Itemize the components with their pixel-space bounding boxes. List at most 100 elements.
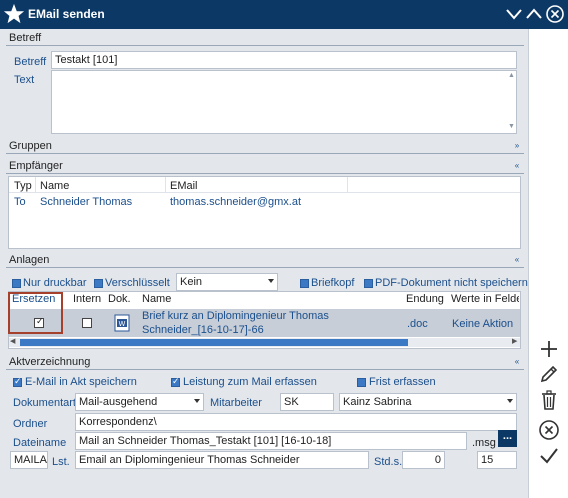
pdf-checkbox[interactable] bbox=[364, 279, 373, 288]
section-title: Empfänger bbox=[9, 160, 63, 172]
mitarbeiter-code-input[interactable]: SK bbox=[280, 393, 334, 411]
mitarbeiter-name: Kainz Sabrina bbox=[343, 396, 412, 408]
table-header bbox=[9, 177, 520, 193]
code-input[interactable]: MAILA bbox=[10, 451, 48, 469]
column-divider bbox=[165, 177, 166, 193]
scrollbar-thumb[interactable] bbox=[20, 339, 408, 346]
collapse-icon[interactable]: « bbox=[512, 255, 522, 265]
intern-checkbox[interactable] bbox=[82, 318, 92, 328]
attachment-name-line2[interactable]: Schneider_[16-10-17]-66 bbox=[142, 324, 264, 336]
trash-icon[interactable] bbox=[537, 388, 561, 412]
mitarbeiter-select[interactable]: Kainz Sabrina bbox=[339, 393, 517, 411]
chevron-down-icon bbox=[507, 399, 513, 403]
empfaenger-header[interactable]: Empfänger « bbox=[6, 160, 524, 174]
title-bar: EMail senden bbox=[0, 0, 568, 29]
svg-text:W: W bbox=[119, 320, 126, 328]
frist-label: Frist erfassen bbox=[369, 376, 436, 388]
lst-label: Lst. bbox=[52, 456, 70, 468]
dateiname-input[interactable]: Mail an Schneider Thomas_Testakt [101] [… bbox=[75, 432, 467, 450]
briefkopf-checkbox[interactable] bbox=[300, 279, 309, 288]
betreff-section: Betreff bbox=[6, 32, 524, 46]
wasserzeichen-select[interactable]: Kein Wasserzeichen bbox=[176, 273, 278, 302]
chevron-down-icon bbox=[194, 399, 200, 403]
word-document-icon: W bbox=[114, 314, 130, 332]
chevron-down-icon[interactable] bbox=[504, 4, 524, 24]
column-header: EMail bbox=[170, 180, 198, 192]
edit-pencil-icon[interactable] bbox=[537, 362, 561, 386]
betreff-header[interactable]: Betreff bbox=[6, 32, 524, 46]
aktverzeichnung-header[interactable]: Aktverzeichnung « bbox=[6, 356, 524, 370]
column-header: Werte in Felder bbox=[451, 293, 519, 305]
stds-input[interactable]: 0 bbox=[402, 451, 445, 469]
gruppen-section: Gruppen » bbox=[6, 140, 524, 154]
empfaenger-table: Typ Name EMail To Schneider Thomas thoma… bbox=[8, 176, 521, 249]
ordner-input[interactable]: Korrespondenz\ bbox=[75, 413, 517, 431]
column-header: Name bbox=[142, 293, 172, 305]
dateiname-extension: .msg bbox=[472, 437, 496, 449]
collapse-icon[interactable]: « bbox=[512, 357, 522, 367]
section-title: Gruppen bbox=[9, 140, 52, 152]
cancel-circle-icon[interactable] bbox=[537, 418, 561, 442]
verschluesselt-checkbox[interactable] bbox=[94, 279, 103, 288]
column-divider bbox=[347, 177, 348, 193]
chevron-up-icon[interactable] bbox=[524, 4, 544, 24]
close-icon[interactable] bbox=[545, 4, 565, 24]
column-header: Dok. bbox=[108, 293, 131, 305]
column-header: Endung bbox=[406, 293, 444, 305]
chevron-down-icon bbox=[268, 279, 274, 283]
lst-input[interactable]: Email an Diplomingenieur Thomas Schneide… bbox=[75, 451, 369, 469]
verschluesselt-label: Verschlüsselt bbox=[105, 277, 170, 289]
scroll-down-icon[interactable]: ▼ bbox=[508, 123, 515, 130]
minutes-input[interactable]: 15 bbox=[477, 451, 517, 469]
stds-label: Std.s. bbox=[374, 456, 403, 468]
plus-icon[interactable] bbox=[537, 337, 561, 361]
window-title: EMail senden bbox=[28, 7, 105, 21]
nur-druckbar-checkbox[interactable] bbox=[12, 279, 21, 288]
dokumentart-label: Dokumentart bbox=[13, 397, 76, 409]
email-akt-label: E-Mail in Akt speichern bbox=[25, 376, 137, 388]
scroll-up-icon[interactable]: ▲ bbox=[508, 72, 515, 79]
star-icon bbox=[3, 3, 25, 24]
leistung-label: Leistung zum Mail erfassen bbox=[183, 376, 317, 388]
text-label: Text bbox=[14, 74, 35, 86]
briefkopf-label: Briefkopf bbox=[311, 277, 355, 289]
dokumentart-select[interactable]: Mail-ausgehend bbox=[75, 393, 204, 411]
browse-button[interactable]: ... bbox=[498, 430, 517, 447]
gruppen-header[interactable]: Gruppen » bbox=[6, 140, 524, 154]
scroll-left-icon[interactable]: ◀ bbox=[10, 337, 15, 345]
leistung-checkbox[interactable] bbox=[171, 376, 180, 387]
mitarbeiter-label: Mitarbeiter bbox=[210, 397, 262, 409]
section-title: Aktverzeichnung bbox=[9, 356, 91, 368]
collapse-icon[interactable]: « bbox=[512, 161, 522, 171]
recipient-type[interactable]: To bbox=[14, 196, 26, 208]
betreff-label: Betreff bbox=[14, 56, 47, 68]
ordner-label: Ordner bbox=[13, 418, 48, 430]
dialog-body: Betreff Betreff Testakt [101] Text ▲ ▼ G… bbox=[0, 29, 529, 498]
attachment-name-line1[interactable]: Brief kurz an Diplomingenieur Thomas bbox=[142, 310, 329, 322]
recipient-email[interactable]: thomas.schneider@gmx.at bbox=[170, 196, 301, 208]
nur-druckbar-label: Nur druckbar bbox=[23, 277, 87, 289]
expand-icon[interactable]: » bbox=[512, 141, 522, 151]
dokumentart-value: Mail-ausgehend bbox=[79, 396, 158, 408]
anlagen-header[interactable]: Anlagen « bbox=[6, 254, 524, 268]
email-akt-checkbox[interactable] bbox=[13, 376, 22, 387]
aktverzeichnung-section: Aktverzeichnung « bbox=[6, 356, 524, 370]
column-divider bbox=[35, 177, 36, 193]
column-header: Name bbox=[40, 180, 70, 192]
column-header: Typ bbox=[14, 180, 32, 192]
column-header: Intern bbox=[73, 293, 102, 305]
recipient-name[interactable]: Schneider Thomas bbox=[40, 196, 132, 208]
betreff-input[interactable]: Testakt [101] bbox=[51, 51, 517, 69]
scroll-right-icon[interactable]: ▶ bbox=[512, 337, 517, 345]
dateiname-label: Dateiname bbox=[13, 437, 67, 449]
frist-checkbox[interactable] bbox=[357, 378, 366, 387]
attachment-extension: .doc bbox=[407, 318, 428, 330]
section-title: Betreff bbox=[9, 32, 42, 44]
ersetzen-checkbox[interactable] bbox=[34, 316, 44, 328]
section-title: Anlagen bbox=[9, 254, 50, 266]
confirm-check-icon[interactable] bbox=[537, 444, 561, 468]
text-area[interactable] bbox=[51, 70, 517, 134]
pdf-label: PDF-Dokument nicht speichern bbox=[375, 277, 528, 289]
attachment-action[interactable]: Keine Aktion bbox=[452, 318, 513, 330]
anlagen-section: Anlagen « bbox=[6, 254, 524, 268]
